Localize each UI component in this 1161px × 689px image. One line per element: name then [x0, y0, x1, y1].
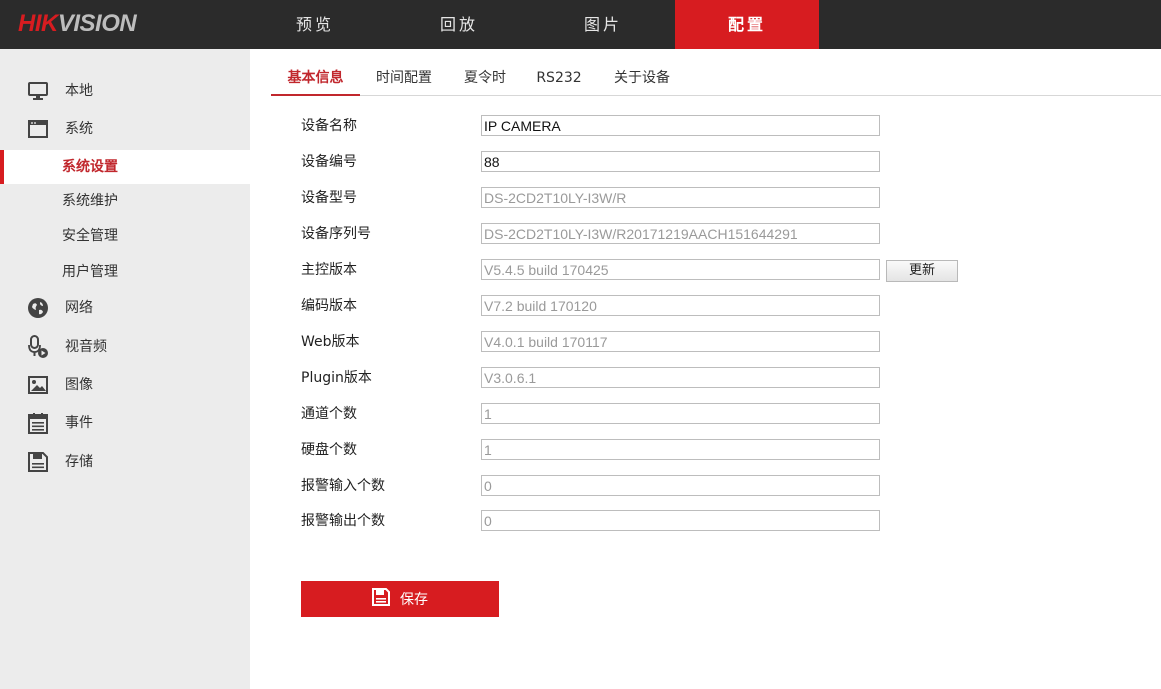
field-label: 报警输入个数 [301, 478, 385, 494]
field-label: 设备序列号 [301, 226, 371, 242]
form-row-encoding-version: 编码版本 [301, 295, 1001, 317]
device-number-input[interactable] [481, 151, 880, 172]
sidebar-item-video-audio[interactable]: 视音频 [0, 330, 250, 364]
config-tabs: 基本信息 时间配置 夏令时 RS232 关于设备 [271, 62, 1161, 96]
plugin-version-field [481, 367, 880, 388]
image-icon [27, 375, 49, 395]
sidebar-item-label: 存储 [65, 454, 93, 470]
nav-preview[interactable]: 预览 [243, 0, 387, 49]
field-label: 设备编号 [301, 154, 357, 170]
nav-configuration[interactable]: 配置 [675, 0, 819, 49]
field-label: 通道个数 [301, 406, 357, 422]
sidebar-item-user-management[interactable]: 用户管理 [0, 255, 250, 289]
sidebar-item-system-maintenance[interactable]: 系统维护 [0, 184, 250, 218]
device-model-field [481, 187, 880, 208]
sidebar-item-label: 网络 [65, 300, 93, 316]
sidebar-item-label: 系统设置 [62, 159, 118, 175]
save-button[interactable]: 保存 [301, 581, 499, 617]
update-button[interactable]: 更新 [886, 260, 958, 282]
monitor-icon [27, 81, 49, 101]
field-label: 设备名称 [301, 118, 357, 134]
form-row-device-model: 设备型号 [301, 187, 1001, 209]
tab-rs232[interactable]: RS232 [533, 62, 585, 96]
sidebar-item-label: 系统 [65, 121, 93, 137]
channel-count-field [481, 403, 880, 424]
encoding-version-field [481, 295, 880, 316]
form-row-hdd-count: 硬盘个数 [301, 439, 1001, 461]
field-label: Plugin版本 [301, 370, 372, 386]
sidebar-item-label: 视音频 [65, 339, 107, 355]
sidebar-item-image[interactable]: 图像 [0, 368, 250, 402]
tab-dst[interactable]: 夏令时 [459, 62, 511, 96]
sidebar-item-label: 系统维护 [62, 193, 118, 209]
field-label: 设备型号 [301, 190, 357, 206]
save-button-label: 保存 [400, 592, 428, 608]
serial-number-field [481, 223, 880, 244]
sidebar-item-label: 本地 [65, 83, 93, 99]
form-row-device-name: 设备名称 [301, 115, 1001, 137]
form-row-firmware-version: 主控版本 更新 [301, 259, 1001, 282]
sidebar-item-storage[interactable]: 存储 [0, 445, 250, 479]
form-row-alarm-input-count: 报警输入个数 [301, 475, 1001, 497]
sidebar: 本地 系统 系统设置 系统维护 安全管理 用户管理 网络 视音频 图像 事件 存… [0, 49, 250, 689]
device-name-input[interactable] [481, 115, 880, 136]
form-row-web-version: Web版本 [301, 331, 1001, 353]
sidebar-item-network[interactable]: 网络 [0, 291, 250, 325]
hdd-count-field [481, 439, 880, 460]
web-version-field [481, 331, 880, 352]
sidebar-item-label: 事件 [65, 415, 93, 431]
sidebar-item-label: 图像 [65, 377, 93, 393]
alarm-input-count-field [481, 475, 880, 496]
tab-time-settings[interactable]: 时间配置 [370, 62, 438, 96]
sidebar-item-system-settings[interactable]: 系统设置 [0, 150, 250, 184]
hikvision-logo: HIKVISION [18, 10, 137, 37]
storage-icon [27, 452, 49, 472]
form-row-channel-count: 通道个数 [301, 403, 1001, 425]
sidebar-item-system[interactable]: 系统 [0, 112, 250, 146]
sidebar-item-security[interactable]: 安全管理 [0, 219, 250, 253]
form-row-serial-number: 设备序列号 [301, 223, 1001, 245]
save-icon [372, 588, 390, 610]
form-row-plugin-version: Plugin版本 [301, 367, 1001, 389]
sidebar-item-label: 安全管理 [62, 228, 118, 244]
tab-about-device[interactable]: 关于设备 [608, 62, 676, 96]
sidebar-item-local[interactable]: 本地 [0, 74, 250, 108]
top-bar: HIKVISION 预览 回放 图片 配置 [0, 0, 1161, 49]
nav-playback[interactable]: 回放 [387, 0, 531, 49]
field-label: 主控版本 [301, 262, 357, 278]
tab-basic-info[interactable]: 基本信息 [271, 62, 360, 96]
form-row-alarm-output-count: 报警输出个数 [301, 510, 1001, 532]
field-label: 编码版本 [301, 298, 357, 314]
sidebar-item-label: 用户管理 [62, 264, 118, 280]
sidebar-item-event[interactable]: 事件 [0, 406, 250, 440]
globe-icon [27, 298, 49, 318]
system-window-icon [27, 119, 49, 139]
nav-picture[interactable]: 图片 [531, 0, 675, 49]
microphone-icon [27, 335, 49, 358]
calendar-icon [27, 413, 49, 434]
alarm-output-count-field [481, 510, 880, 531]
field-label: Web版本 [301, 334, 360, 350]
main-nav: 预览 回放 图片 配置 [243, 0, 819, 49]
firmware-version-field [481, 259, 880, 280]
field-label: 报警输出个数 [301, 513, 385, 529]
form-row-device-number: 设备编号 [301, 151, 1001, 173]
field-label: 硬盘个数 [301, 442, 357, 458]
